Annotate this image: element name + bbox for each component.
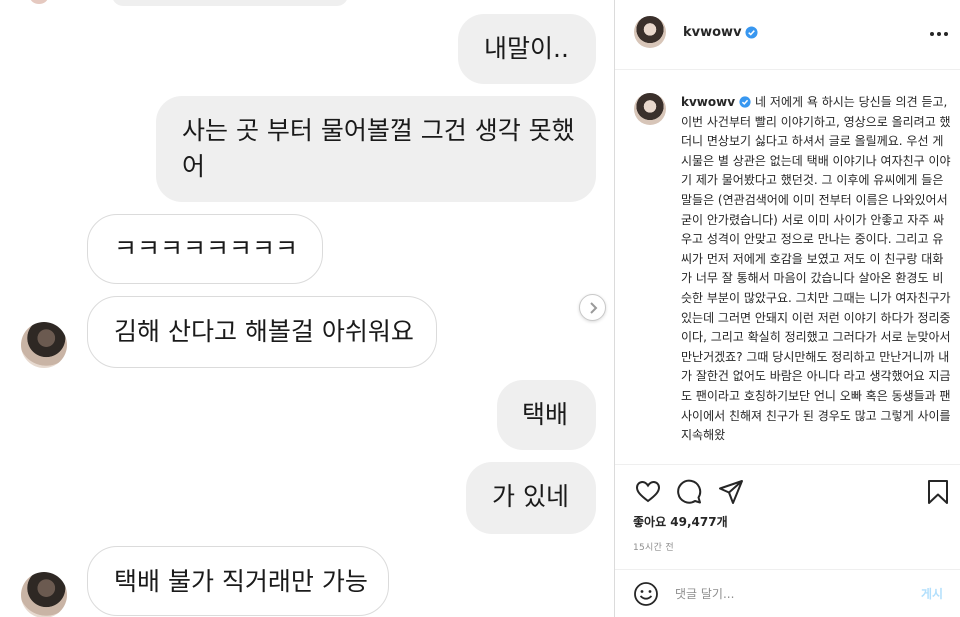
- emoji-icon[interactable]: [633, 581, 659, 607]
- message-text: 택배 불가 직거래만 가능: [114, 567, 368, 596]
- message-bubble-received: ㅋㅋㅋㅋㅋㅋㅋㅋ: [87, 214, 323, 284]
- message-text: 택배: [522, 400, 569, 429]
- post-header: kvwowv: [615, 0, 960, 70]
- comment-input[interactable]: [675, 582, 895, 606]
- message-text: 김해 산다고 해볼걸 아쉬워요: [114, 317, 414, 346]
- comment-icon[interactable]: [676, 479, 702, 505]
- username-link[interactable]: kvwowv: [683, 25, 742, 40]
- comment-box: 게시: [615, 569, 960, 617]
- cropped-bubble: [112, 0, 348, 6]
- message-bubble-sent: 내말이..: [458, 14, 596, 84]
- message-bubble-received: 택배 불가 직거래만 가능: [87, 546, 389, 616]
- post-actions: 좋아요 49,477개 15시간 전 게시: [615, 464, 960, 617]
- chevron-right-icon[interactable]: [579, 294, 606, 321]
- post-comment-button[interactable]: 게시: [921, 585, 943, 602]
- caption: kvwowv 네 저에게 욕 하시는 당신들 의견 듣고,이번 사건부터 빨리 이…: [681, 93, 951, 446]
- caption-scroll-area[interactable]: kvwowv 네 저에게 욕 하시는 당신들 의견 듣고,이번 사건부터 빨리 이…: [615, 71, 960, 464]
- avatar[interactable]: [634, 93, 666, 125]
- cropped-avatar: [30, 0, 48, 4]
- message-bubble-sent: 사는 곳 부터 물어볼껄 그건 생각 못했 어: [156, 96, 596, 202]
- message-text: ㅋㅋㅋㅋㅋㅋㅋㅋ: [114, 234, 299, 263]
- heart-icon[interactable]: [635, 479, 661, 505]
- message-text: 내말이..: [484, 34, 569, 63]
- sender-avatar: [21, 572, 67, 617]
- message-bubble-sent: 택배: [497, 380, 596, 450]
- more-icon[interactable]: [930, 28, 952, 40]
- message-text: 사는 곳 부터 물어볼껄 그건 생각 못했: [182, 116, 575, 145]
- caption-username[interactable]: kvwowv: [681, 95, 735, 109]
- verified-badge-icon: [745, 26, 758, 39]
- share-icon[interactable]: [718, 479, 744, 505]
- message-bubble-received: 김해 산다고 해볼걸 아쉬워요: [87, 296, 437, 368]
- message-text: 가 있네: [492, 482, 569, 511]
- verified-badge-icon: [739, 96, 751, 108]
- avatar[interactable]: [634, 16, 666, 48]
- like-count[interactable]: 좋아요 49,477개: [633, 513, 728, 530]
- message-text: 어: [182, 152, 206, 181]
- message-bubble-sent: 가 있네: [466, 462, 596, 534]
- bookmark-icon[interactable]: [925, 479, 951, 505]
- caption-body: 네 저에게 욕 하시는 당신들 의견 듣고,이번 사건부터 빨리 이야기하고, …: [681, 95, 955, 443]
- post-timestamp[interactable]: 15시간 전: [633, 540, 674, 553]
- chat-screenshot: 내말이.. 사는 곳 부터 물어볼껄 그건 생각 못했 어 ㅋㅋㅋㅋㅋㅋㅋㅋ 김…: [0, 0, 614, 617]
- instagram-post-panel: kvwowv kvwowv 네 저에게 욕 하시는 당신들 의견 듣고,이번 사건…: [615, 0, 960, 617]
- sender-avatar: [21, 322, 67, 368]
